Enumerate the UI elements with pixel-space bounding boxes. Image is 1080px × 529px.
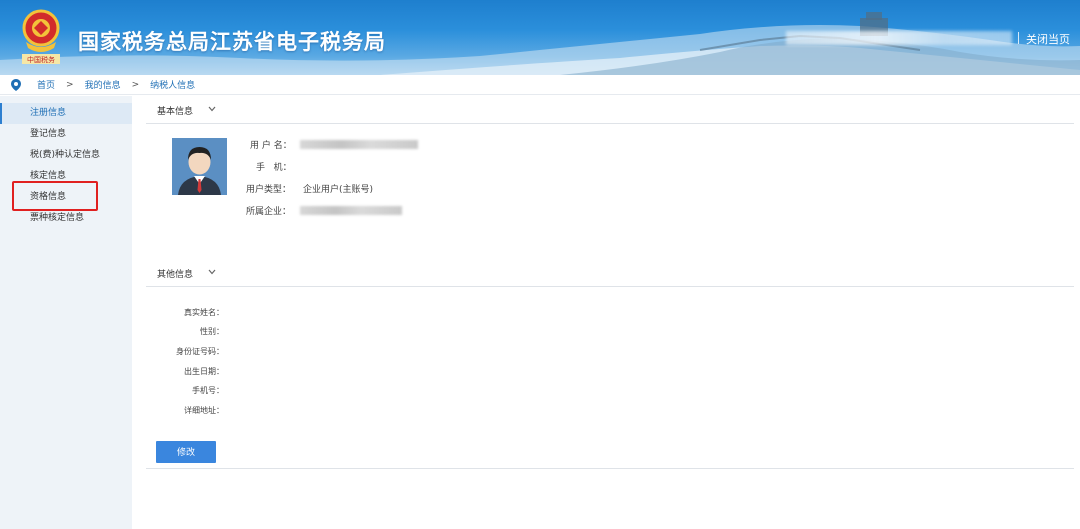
location-pin-icon [11,78,21,91]
username-label: 用 户 名： [250,141,292,151]
chevron-down-icon [208,106,216,112]
site-title: 国家税务总局江苏省电子税务局 [78,30,386,54]
other-info-header[interactable]: 其他信息 [146,259,1074,287]
breadcrumb-separator: > [66,79,74,90]
tax-emblem-icon: 中国税务 [22,9,60,64]
sidebar-item-tax-type[interactable]: 税(费)种认定信息 [0,145,132,166]
divider [146,468,1074,469]
sidebar-item-record[interactable]: 登记信息 [0,124,132,145]
real-name-label: 真实姓名： [184,308,224,317]
birth-date-label: 出生日期： [184,367,224,376]
breadcrumb-separator: > [131,79,140,90]
basic-info-title: 基本信息 [157,107,194,117]
gender-label: 性别： [200,327,224,336]
edit-button[interactable]: 修改 [156,441,216,463]
id-number-label: 身份证号码： [176,347,224,356]
other-info-title: 其他信息 [157,270,194,280]
header-separator [1018,32,1019,44]
breadcrumb: 首页 > 我的信息 > 纳税人信息 [0,75,1080,95]
mobile-label: 手 机： [256,163,292,173]
breadcrumb-taxpayer-info[interactable]: 纳税人信息 [150,78,195,91]
user-info-blurred [786,31,1012,45]
basic-info-header[interactable]: 基本信息 [146,96,1074,124]
company-value-blurred [300,206,402,215]
svg-text:中国税务: 中国税务 [27,55,55,64]
site-header: 中国税务 国家税务总局江苏省电子税务局 关闭当页 [0,0,1080,75]
breadcrumb-home[interactable]: 首页 [37,78,55,91]
chevron-down-icon [208,269,216,275]
sidebar-item-registration[interactable]: 注册信息 [0,103,132,124]
user-type-label: 用户类型： [246,185,292,195]
highlight-box [12,181,98,211]
user-type-value: 企业用户(主账号) [303,185,374,195]
company-label: 所属企业： [246,207,292,217]
username-value-blurred [300,140,418,149]
sidebar-item-invoice-type[interactable]: 票种核定信息 [0,208,132,229]
sidebar: 注册信息 登记信息 税(费)种认定信息 核定信息 资格信息 票种核定信息 [0,96,132,529]
user-avatar-icon [172,138,227,195]
close-page-link[interactable]: 关闭当页 [1026,31,1070,47]
phone-label: 手机号： [192,386,224,395]
address-label: 详细地址： [184,406,224,415]
breadcrumb-my-info[interactable]: 我的信息 [85,78,121,91]
